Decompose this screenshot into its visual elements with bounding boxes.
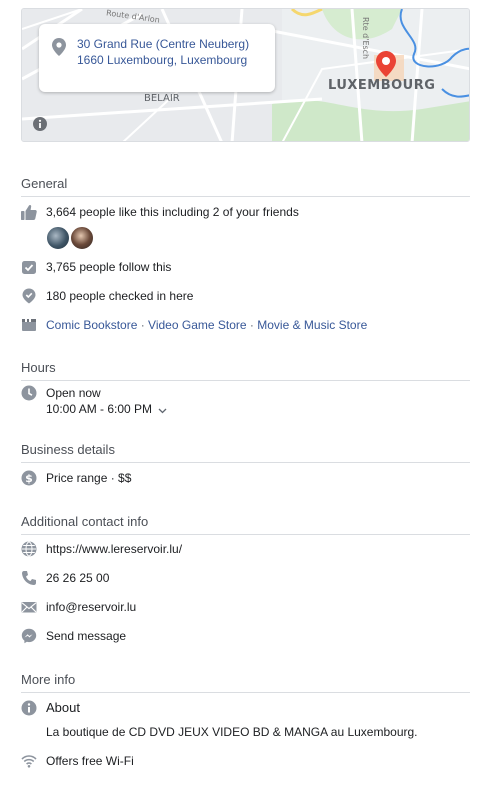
website-link[interactable]: https://www.lereservoir.lu/ <box>46 542 182 556</box>
phone-number[interactable]: 26 26 25 00 <box>46 571 109 585</box>
likes-text: 3,664 people like this including 2 of yo… <box>46 205 299 219</box>
checkins-text: 180 people checked in here <box>46 289 194 303</box>
category-separator: · <box>246 318 258 332</box>
section-title-general: General <box>21 176 470 197</box>
category-link[interactable]: Comic Bookstore <box>46 318 137 332</box>
email-link[interactable]: info@reservoir.lu <box>46 600 136 614</box>
section-title-more-info: More info <box>21 672 470 693</box>
category-icon <box>21 317 37 333</box>
clock-icon <box>21 385 37 401</box>
road-label: Rte d'Esch <box>361 17 370 60</box>
about-text-row: La boutique de CD DVD JEUX VIDEO BD & MA… <box>21 723 470 741</box>
section-title-business: Business details <box>21 442 470 463</box>
likes-row: 3,664 people like this including 2 of yo… <box>21 203 470 221</box>
info-icon <box>21 700 37 716</box>
dollar-icon: $ <box>21 470 37 486</box>
phone-row: 26 26 25 00 <box>21 569 470 587</box>
svg-text:$: $ <box>25 472 33 485</box>
address-link[interactable]: 30 Grand Rue (Centre Neuberg) 1660 Luxem… <box>77 36 267 68</box>
envelope-icon <box>21 599 37 615</box>
address-card[interactable]: 30 Grand Rue (Centre Neuberg) 1660 Luxem… <box>39 24 275 92</box>
follows-row: 3,765 people follow this <box>21 258 470 276</box>
category-link[interactable]: Video Game Store <box>148 318 247 332</box>
messenger-icon <box>21 628 37 644</box>
chevron-down-icon[interactable] <box>158 403 167 417</box>
area-label: BELAIR <box>144 93 180 104</box>
send-message-link[interactable]: Send message <box>46 629 126 643</box>
about-text: La boutique de CD DVD JEUX VIDEO BD & MA… <box>46 725 418 739</box>
hours-range-dropdown[interactable]: 10:00 AM - 6:00 PM <box>46 402 167 417</box>
price-row: $ Price range · $$ <box>21 469 470 487</box>
avatar[interactable] <box>70 226 94 250</box>
hours-range-text: 10:00 AM - 6:00 PM <box>46 402 153 416</box>
follow-icon <box>21 259 37 275</box>
thumbs-up-icon <box>21 204 37 220</box>
location-map[interactable]: Route d'Arlon Rte d'Esch BELAIR LUXEMBOU… <box>21 8 470 142</box>
categories-list: Comic Bookstore · Video Game Store · Mov… <box>46 318 367 332</box>
wifi-text: Offers free Wi-Fi <box>46 754 134 768</box>
price-range-text: Price range · $$ <box>46 471 132 485</box>
checkins-row: 180 people checked in here <box>21 287 470 305</box>
hours-range-row[interactable]: 10:00 AM - 6:00 PM <box>21 400 470 418</box>
email-row: info@reservoir.lu <box>21 598 470 616</box>
category-separator: · <box>137 318 149 332</box>
checkin-icon <box>21 288 37 304</box>
avatar[interactable] <box>46 226 70 250</box>
section-title-hours: Hours <box>21 360 470 381</box>
wifi-row: Offers free Wi-Fi <box>21 752 470 770</box>
section-title-contact: Additional contact info <box>21 514 470 535</box>
website-row: https://www.lereservoir.lu/ <box>21 540 470 558</box>
wifi-icon <box>21 753 37 769</box>
message-row: Send message <box>21 627 470 645</box>
city-label: LUXEMBOURG <box>328 78 436 93</box>
open-status: Open now <box>46 386 101 400</box>
about-row: About <box>21 699 470 717</box>
about-label: About <box>46 700 80 715</box>
categories-row: Comic Bookstore · Video Game Store · Mov… <box>21 316 470 334</box>
globe-icon <box>21 541 37 557</box>
category-link[interactable]: Movie & Music Store <box>257 318 367 332</box>
phone-icon <box>21 570 37 586</box>
follows-text: 3,765 people follow this <box>46 260 172 274</box>
